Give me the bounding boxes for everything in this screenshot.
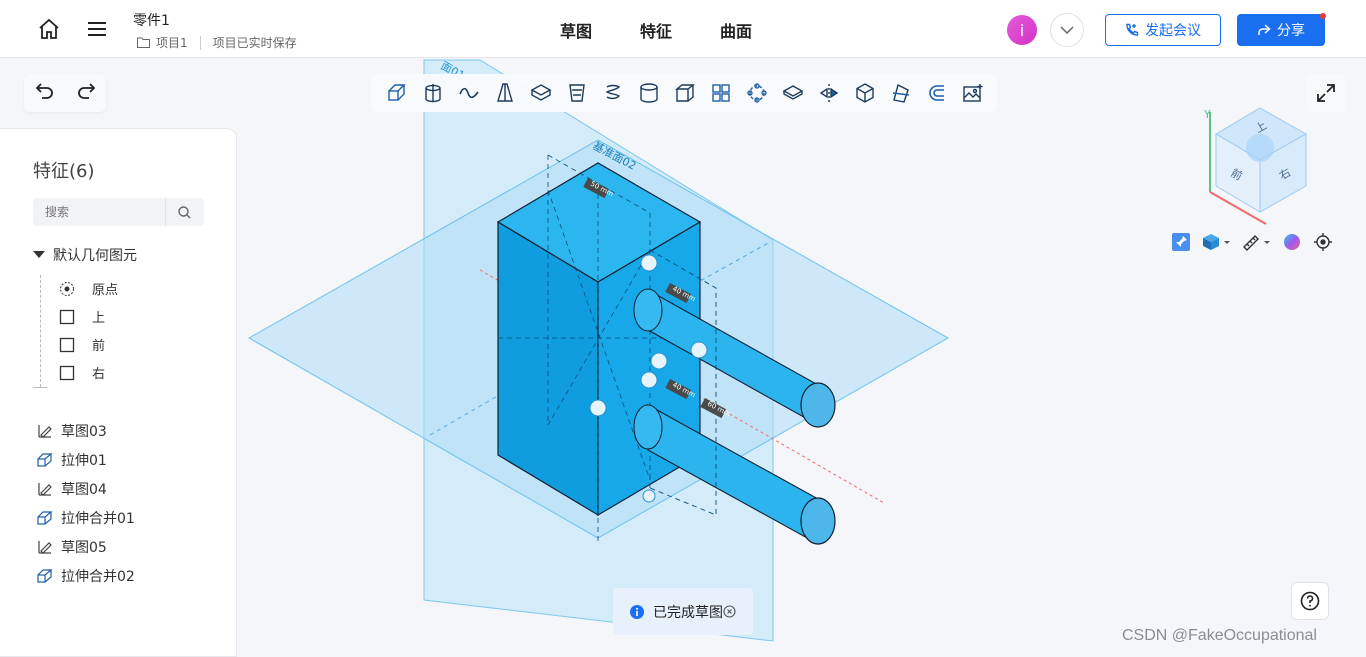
search-icon[interactable] [165, 198, 203, 226]
sketch-icon [38, 483, 52, 496]
tree-item-front[interactable]: 前 [59, 335, 105, 354]
origin-icon [60, 281, 74, 296]
share-button[interactable]: 分享 [1237, 14, 1325, 46]
feature-label: 草图05 [61, 540, 107, 556]
tree-item-top[interactable]: 上 [59, 307, 105, 326]
folder-icon [137, 37, 150, 48]
plane-square-icon [59, 337, 75, 352]
toast-text: 已完成草图 [653, 604, 723, 621]
tree-guide [40, 275, 41, 387]
menu-icon[interactable] [82, 14, 112, 44]
extrude-icon [37, 453, 53, 467]
share-label: 分享 [1277, 23, 1305, 39]
plane-icon[interactable] [775, 75, 811, 111]
feature-item[interactable]: 草图05 [37, 537, 107, 557]
y-axis-label: Y [1203, 108, 1211, 121]
help-icon [1300, 591, 1320, 611]
extrude-icon [37, 569, 53, 583]
divider [199, 35, 201, 50]
sketch-icon [38, 425, 52, 438]
search-input[interactable] [33, 198, 165, 226]
feature-toolbar [371, 74, 997, 112]
pattern-icon[interactable] [703, 75, 739, 111]
view-cube[interactable]: Y 上 前 右 [1196, 100, 1326, 230]
offset-icon[interactable] [919, 75, 955, 111]
feature-label: 草图04 [61, 482, 107, 498]
pin-icon[interactable] [1168, 229, 1194, 255]
avatar[interactable]: i [1007, 15, 1037, 45]
watermark: CSDN @FakeOccupational [1122, 627, 1317, 644]
view-tools [1168, 229, 1346, 255]
feature-item[interactable]: 拉伸01 [37, 450, 107, 470]
sweep-icon[interactable] [451, 75, 487, 111]
document-title[interactable]: 零件1 [133, 10, 170, 30]
start-meeting-button[interactable]: 发起会议 [1105, 14, 1221, 46]
home-icon[interactable] [34, 14, 64, 44]
feature-label: 草图03 [61, 424, 107, 440]
tree-item-origin[interactable]: 原点 [59, 279, 118, 298]
notification-dot [1320, 13, 1326, 19]
image-icon[interactable] [955, 75, 991, 111]
tree-item-label: 右 [92, 367, 106, 382]
extrude-icon [37, 511, 53, 525]
extrude-icon[interactable] [379, 75, 415, 111]
phone-icon [1126, 23, 1139, 36]
tab-sketch[interactable]: 草图 [560, 18, 592, 42]
measure-icon[interactable] [1238, 229, 1274, 255]
feature-tree-panel: 特征(6) 默认几何图元 原点 上 前 右 草图03 拉伸01 草图04 拉伸合… [0, 128, 237, 657]
split-icon[interactable] [883, 75, 919, 111]
feature-label: 拉伸01 [61, 453, 107, 469]
thread-icon[interactable] [595, 75, 631, 111]
tree-item-label: 原点 [92, 283, 119, 298]
revolve-icon[interactable] [415, 75, 451, 111]
default-geometry-group[interactable]: 默认几何图元 [33, 245, 137, 265]
feature-label: 拉伸合并02 [61, 569, 135, 585]
group-label: 默认几何图元 [53, 248, 137, 264]
undo-redo-bar [24, 74, 106, 112]
help-button[interactable] [1291, 582, 1329, 620]
close-icon[interactable] [723, 605, 736, 618]
redo-icon[interactable] [76, 82, 96, 104]
undo-icon[interactable] [35, 82, 55, 104]
mode-tabs: 草图 特征 曲面 [560, 18, 752, 42]
save-status: 项目已实时保存 [212, 36, 297, 50]
chevron-down-icon[interactable] [1050, 13, 1084, 47]
app-header: 零件1 项目1 项目已实时保存 草图 特征 曲面 i 发起会议 分享 [0, 0, 1366, 58]
tab-feature[interactable]: 特征 [640, 18, 672, 42]
tree-item-label: 前 [92, 339, 106, 354]
document-meta: 项目1 项目已实时保存 [137, 34, 297, 51]
display-mode-icon[interactable] [1198, 229, 1234, 255]
caret-down-icon [33, 251, 45, 258]
tree-item-label: 上 [92, 311, 106, 326]
feature-label: 拉伸合并01 [61, 511, 135, 527]
target-icon[interactable] [1310, 229, 1336, 255]
start-meeting-label: 发起会议 [1145, 23, 1201, 39]
mirror-icon[interactable] [811, 75, 847, 111]
sketch-icon [38, 541, 52, 554]
box-icon[interactable] [667, 75, 703, 111]
circular-pattern-icon[interactable] [739, 75, 775, 111]
feature-item[interactable]: 草图03 [37, 421, 107, 441]
loft-icon[interactable] [487, 75, 523, 111]
cylinder-icon[interactable] [631, 75, 667, 111]
project-name[interactable]: 项目1 [156, 34, 188, 51]
plane-square-icon [59, 365, 75, 380]
feature-item[interactable]: 草图04 [37, 479, 107, 499]
tab-surface[interactable]: 曲面 [720, 18, 752, 42]
plane-square-icon [59, 309, 75, 324]
draft-icon[interactable] [559, 75, 595, 111]
panel-title: 特征(6) [33, 161, 95, 182]
feature-item[interactable]: 拉伸合并02 [37, 566, 135, 586]
share-icon [1258, 24, 1271, 35]
feature-item[interactable]: 拉伸合并01 [37, 508, 135, 528]
search-box [33, 198, 204, 226]
boolean-icon[interactable] [847, 75, 883, 111]
color-icon[interactable] [1278, 229, 1306, 255]
info-icon [630, 604, 644, 619]
tree-item-right[interactable]: 右 [59, 363, 105, 382]
shell-icon[interactable] [523, 75, 559, 111]
toast-message: 已完成草图 [613, 588, 753, 635]
tree-guide-end [33, 387, 47, 388]
